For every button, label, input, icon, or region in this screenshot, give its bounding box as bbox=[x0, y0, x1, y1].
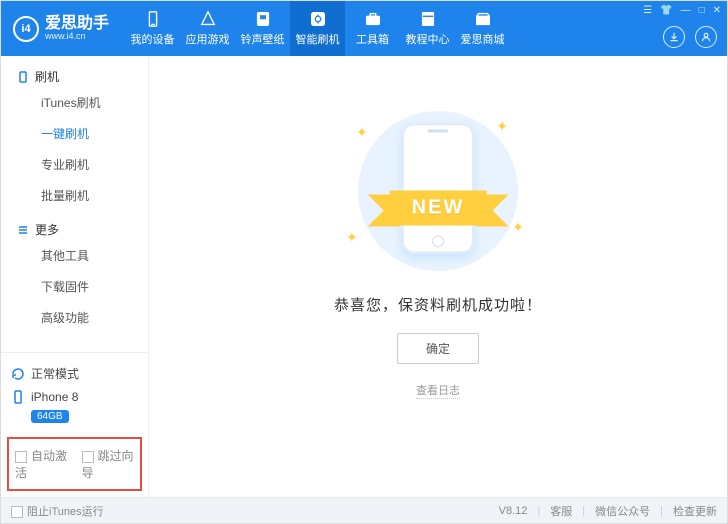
sparkle-icon: ✦ bbox=[496, 118, 508, 135]
nav-label: 铃声壁纸 bbox=[241, 31, 285, 47]
nav-label: 工具箱 bbox=[356, 31, 389, 47]
nav-ringtones[interactable]: 铃声壁纸 bbox=[235, 1, 290, 56]
main-content: ✦ ✦ ✦ ✦ NEW 恭喜您，保资料刷机成功啦！ 确定 查看日志 bbox=[149, 56, 727, 497]
checkbox-icon bbox=[82, 451, 94, 463]
sparkle-icon: ✦ bbox=[356, 124, 368, 141]
close-icon[interactable]: ✕ bbox=[713, 5, 721, 16]
store-icon bbox=[474, 10, 492, 28]
wechat-link[interactable]: 微信公众号 bbox=[595, 503, 650, 519]
brand-logo-icon: i4 bbox=[13, 16, 39, 42]
nav-label: 教程中心 bbox=[406, 31, 450, 47]
mode-label: 正常模式 bbox=[31, 365, 79, 382]
skip-wizard-checkbox[interactable]: 跳过向导 bbox=[82, 447, 135, 481]
nav-store[interactable]: 爱思商城 bbox=[455, 1, 510, 56]
nav-toolbox[interactable]: 工具箱 bbox=[345, 1, 400, 56]
nav-label: 应用游戏 bbox=[186, 31, 230, 47]
sidebar-scroll: 刷机 iTunes刷机 一键刷机 专业刷机 批量刷机 更多 其他工具 下载固件 … bbox=[1, 56, 148, 352]
apps-icon bbox=[199, 10, 217, 28]
user-button[interactable] bbox=[695, 26, 717, 48]
footer: 阻止iTunes运行 V8.12 | 客服 | 微信公众号 | 检查更新 bbox=[1, 497, 727, 523]
skin-icon[interactable]: 👕 bbox=[660, 5, 672, 16]
book-icon bbox=[419, 10, 437, 28]
sidebar-item-other-tools[interactable]: 其他工具 bbox=[1, 240, 148, 271]
brand-name: 爱思助手 bbox=[45, 16, 109, 32]
view-log-link[interactable]: 查看日志 bbox=[416, 382, 460, 399]
separator: | bbox=[656, 505, 667, 517]
device-row[interactable]: iPhone 8 bbox=[11, 386, 138, 408]
sidebar-item-itunes-flash[interactable]: iTunes刷机 bbox=[1, 87, 148, 118]
refresh-icon bbox=[11, 367, 25, 381]
group-title: 刷机 bbox=[35, 68, 59, 85]
device-label: iPhone 8 bbox=[31, 390, 78, 404]
sidebar-item-advanced[interactable]: 高级功能 bbox=[1, 302, 148, 333]
body: 刷机 iTunes刷机 一键刷机 专业刷机 批量刷机 更多 其他工具 下载固件 … bbox=[1, 56, 727, 497]
device-icon bbox=[144, 10, 162, 28]
brand: i4 爱思助手 www.i4.cn bbox=[1, 16, 119, 42]
download-button[interactable] bbox=[663, 26, 685, 48]
more-icon bbox=[17, 224, 29, 236]
group-title: 更多 bbox=[35, 221, 59, 238]
separator: | bbox=[578, 505, 589, 517]
ok-button[interactable]: 确定 bbox=[397, 333, 479, 364]
success-illustration: ✦ ✦ ✦ ✦ NEW bbox=[328, 106, 548, 276]
app-window: i4 爱思助手 www.i4.cn 我的设备 应用游戏 铃声壁纸 智能刷机 bbox=[0, 0, 728, 524]
sparkle-icon: ✦ bbox=[346, 229, 358, 246]
sidebar-group-more: 更多 bbox=[1, 217, 148, 240]
sparkle-icon: ✦ bbox=[512, 219, 524, 236]
nav-label: 智能刷机 bbox=[296, 31, 340, 47]
music-icon bbox=[254, 10, 272, 28]
minimize-icon[interactable]: — bbox=[681, 5, 691, 16]
maximize-icon[interactable]: □ bbox=[699, 5, 705, 16]
support-link[interactable]: 客服 bbox=[550, 503, 572, 519]
nav-label: 我的设备 bbox=[131, 31, 175, 47]
device-status: 正常模式 iPhone 8 64GB bbox=[1, 352, 148, 431]
nav-flash[interactable]: 智能刷机 bbox=[290, 1, 345, 56]
toolbox-icon bbox=[364, 10, 382, 28]
header: i4 爱思助手 www.i4.cn 我的设备 应用游戏 铃声壁纸 智能刷机 bbox=[1, 1, 727, 56]
illus-phone-icon bbox=[402, 123, 474, 253]
mode-row[interactable]: 正常模式 bbox=[11, 361, 138, 386]
brand-url: www.i4.cn bbox=[45, 32, 109, 41]
sidebar-group-flash: 刷机 bbox=[1, 64, 148, 87]
nav-tutorials[interactable]: 教程中心 bbox=[400, 1, 455, 56]
nav-my-device[interactable]: 我的设备 bbox=[125, 1, 180, 56]
sidebar-item-oneclick-flash[interactable]: 一键刷机 bbox=[1, 118, 148, 149]
settings-icon[interactable]: ☰ bbox=[643, 5, 652, 16]
header-right bbox=[663, 26, 717, 48]
device-small-icon bbox=[11, 390, 25, 404]
capacity-badge: 64GB bbox=[31, 410, 69, 423]
success-message: 恭喜您，保资料刷机成功啦！ bbox=[334, 294, 542, 315]
nav-apps[interactable]: 应用游戏 bbox=[180, 1, 235, 56]
flash-icon bbox=[309, 10, 327, 28]
nav-label: 爱思商城 bbox=[461, 31, 505, 47]
sidebar: 刷机 iTunes刷机 一键刷机 专业刷机 批量刷机 更多 其他工具 下载固件 … bbox=[1, 56, 149, 497]
sidebar-item-download-firmware[interactable]: 下载固件 bbox=[1, 271, 148, 302]
checkbox-icon bbox=[11, 506, 23, 518]
sidebar-item-batch-flash[interactable]: 批量刷机 bbox=[1, 180, 148, 211]
separator: | bbox=[533, 505, 544, 517]
options-highlight: 自动激活 跳过向导 bbox=[7, 437, 142, 491]
auto-activate-checkbox[interactable]: 自动激活 bbox=[15, 447, 68, 481]
phone-icon bbox=[17, 71, 29, 83]
main-nav: 我的设备 应用游戏 铃声壁纸 智能刷机 工具箱 教程中心 bbox=[125, 1, 510, 56]
version-label: V8.12 bbox=[499, 505, 528, 517]
block-itunes-label: 阻止iTunes运行 bbox=[27, 506, 104, 518]
checkbox-icon bbox=[15, 451, 27, 463]
ribbon: NEW bbox=[390, 191, 487, 226]
ribbon-text: NEW bbox=[390, 191, 487, 226]
sidebar-item-pro-flash[interactable]: 专业刷机 bbox=[1, 149, 148, 180]
block-itunes-checkbox[interactable]: 阻止iTunes运行 bbox=[11, 503, 104, 519]
window-controls: ☰ 👕 — □ ✕ bbox=[643, 5, 721, 16]
check-update-link[interactable]: 检查更新 bbox=[673, 503, 717, 519]
